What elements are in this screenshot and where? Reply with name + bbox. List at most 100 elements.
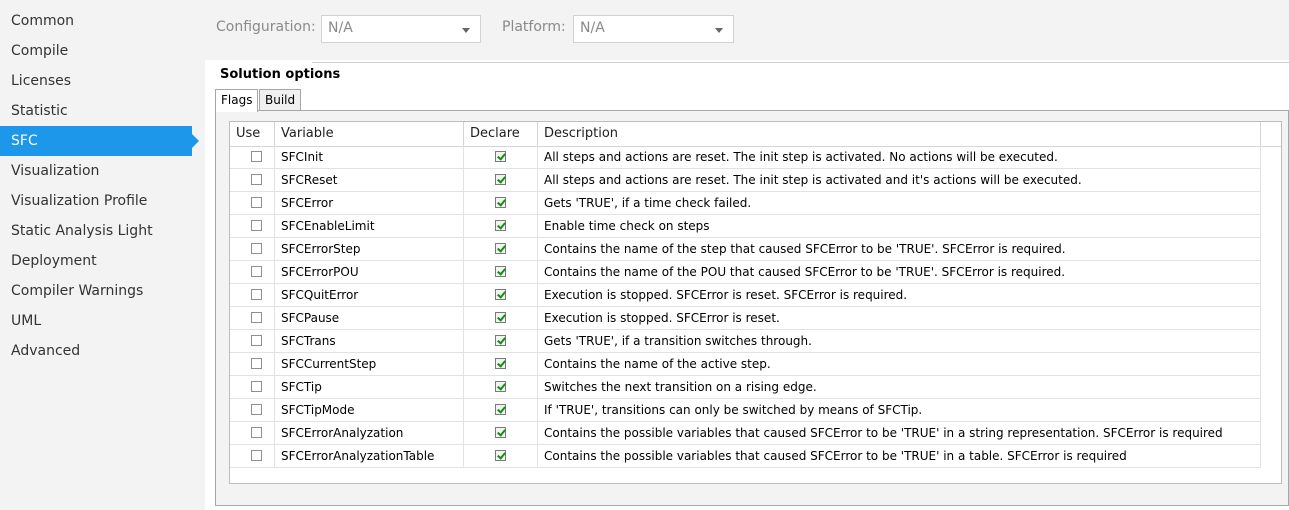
description-cell: All steps and actions are reset. The ini… <box>538 169 1261 191</box>
sidebar-item-label: Common <box>11 13 75 29</box>
column-header-use[interactable]: Use <box>230 122 275 146</box>
declare-checkbox[interactable] <box>495 266 506 277</box>
description-cell: Switches the next transition on a rising… <box>538 376 1261 398</box>
use-checkbox[interactable] <box>251 427 262 438</box>
declare-checkbox[interactable] <box>495 220 506 231</box>
table-row[interactable]: SFCTrans Gets 'TRUE', if a transition swi… <box>230 330 1261 353</box>
sidebar-item-sfc[interactable]: SFC <box>0 126 199 156</box>
declare-checkbox[interactable] <box>495 381 506 392</box>
tab-content: Use Variable Declare Description SFCInit… <box>215 110 1289 506</box>
sidebar-item-common[interactable]: Common <box>11 6 74 36</box>
configuration-dropdown[interactable]: N/A <box>321 15 481 43</box>
tab-build[interactable]: Build <box>259 89 302 111</box>
section-divider <box>312 62 1289 63</box>
declare-cell <box>464 169 538 191</box>
table-row[interactable]: SFCErrorAnalyzationTable Contains the pos… <box>230 445 1261 468</box>
table-row[interactable]: SFCPause Execution is stopped. SFCError i… <box>230 307 1261 330</box>
declare-checkbox[interactable] <box>495 151 506 162</box>
table-row[interactable]: SFCTipMode If 'TRUE', transitions can onl… <box>230 399 1261 422</box>
use-checkbox[interactable] <box>251 289 262 300</box>
sidebar-item-static-analysis-light[interactable]: Static Analysis Light <box>11 216 153 246</box>
table-row[interactable]: SFCErrorPOU Contains the name of the POU … <box>230 261 1261 284</box>
declare-cell <box>464 192 538 214</box>
variable-cell: SFCErrorPOU <box>275 261 464 283</box>
sidebar-item-label: Advanced <box>11 343 81 359</box>
declare-checkbox[interactable] <box>495 358 506 369</box>
use-cell <box>230 215 275 237</box>
platform-label: Platform: <box>502 19 566 35</box>
configuration-label: Configuration: <box>216 19 316 35</box>
sidebar-item-label: Deployment <box>11 253 97 269</box>
column-header-declare[interactable]: Declare <box>464 122 538 146</box>
table-row[interactable]: SFCEnableLimit Enable time check on steps <box>230 215 1261 238</box>
table-row[interactable]: SFCCurrentStep Contains the name of the a… <box>230 353 1261 376</box>
sidebar-item-compile[interactable]: Compile <box>11 36 68 66</box>
table-row[interactable]: SFCError Gets 'TRUE', if a time check fai… <box>230 192 1261 215</box>
table-row[interactable]: SFCInit All steps and actions are reset. … <box>230 146 1261 169</box>
column-header-description[interactable]: Description <box>538 122 1261 146</box>
sidebar-item-visualization[interactable]: Visualization <box>11 156 99 186</box>
sidebar-item-visualization-profile[interactable]: Visualization Profile <box>11 186 147 216</box>
variable-cell: SFCTip <box>275 376 464 398</box>
declare-cell <box>464 445 538 467</box>
column-header-variable[interactable]: Variable <box>275 122 464 146</box>
sidebar-item-label: Compile <box>11 43 69 59</box>
declare-cell <box>464 353 538 375</box>
declare-checkbox[interactable] <box>495 427 506 438</box>
use-checkbox[interactable] <box>251 197 262 208</box>
description-cell: Enable time check on steps <box>538 215 1261 237</box>
use-cell <box>230 169 275 191</box>
use-cell <box>230 330 275 352</box>
use-cell <box>230 261 275 283</box>
declare-checkbox[interactable] <box>495 450 506 461</box>
description-cell: If 'TRUE', transitions can only be switc… <box>538 399 1261 421</box>
use-checkbox[interactable] <box>251 174 262 185</box>
table-row[interactable]: SFCQuitError Execution is stopped. SFCErr… <box>230 284 1261 307</box>
declare-checkbox[interactable] <box>495 312 506 323</box>
variable-cell: SFCTrans <box>275 330 464 352</box>
use-cell <box>230 399 275 421</box>
use-checkbox[interactable] <box>251 220 262 231</box>
table-row[interactable]: SFCTip Switches the next transition on a … <box>230 376 1261 399</box>
use-checkbox[interactable] <box>251 335 262 346</box>
table-row[interactable]: SFCErrorAnalyzation Contains the possible… <box>230 422 1261 445</box>
sidebar-item-uml[interactable]: UML <box>11 306 41 336</box>
use-checkbox[interactable] <box>251 381 262 392</box>
sidebar-item-compiler-warnings[interactable]: Compiler Warnings <box>11 276 143 306</box>
description-cell: Contains the possible variables that cau… <box>538 445 1261 467</box>
sidebar-item-deployment[interactable]: Deployment <box>11 246 97 276</box>
variable-cell: SFCErrorAnalyzation <box>275 422 464 444</box>
sidebar-item-statistic[interactable]: Statistic <box>11 96 68 126</box>
declare-checkbox[interactable] <box>495 335 506 346</box>
declare-cell <box>464 399 538 421</box>
declare-checkbox[interactable] <box>495 404 506 415</box>
declare-checkbox[interactable] <box>495 289 506 300</box>
tab-flags[interactable]: Flags <box>215 89 259 112</box>
declare-checkbox[interactable] <box>495 243 506 254</box>
platform-dropdown[interactable]: N/A <box>573 15 734 43</box>
variable-cell: SFCErrorStep <box>275 238 464 260</box>
variable-cell: SFCQuitError <box>275 284 464 306</box>
use-checkbox[interactable] <box>251 312 262 323</box>
table-row[interactable]: SFCReset All steps and actions are reset.… <box>230 169 1261 192</box>
use-checkbox[interactable] <box>251 151 262 162</box>
use-cell <box>230 422 275 444</box>
sidebar-item-advanced[interactable]: Advanced <box>11 336 80 366</box>
declare-checkbox[interactable] <box>495 174 506 185</box>
use-cell <box>230 238 275 260</box>
use-cell <box>230 192 275 214</box>
sidebar-item-licenses[interactable]: Licenses <box>11 66 71 96</box>
use-checkbox[interactable] <box>251 243 262 254</box>
sidebar-item-label: Compiler Warnings <box>11 283 144 299</box>
variable-cell: SFCInit <box>275 146 464 168</box>
table-row[interactable]: SFCErrorStep Contains the name of the ste… <box>230 238 1261 261</box>
declare-checkbox[interactable] <box>495 197 506 208</box>
description-cell: Contains the name of the POU that caused… <box>538 261 1261 283</box>
use-checkbox[interactable] <box>251 450 262 461</box>
use-checkbox[interactable] <box>251 358 262 369</box>
use-checkbox[interactable] <box>251 404 262 415</box>
description-cell: Gets 'TRUE', if a time check failed. <box>538 192 1261 214</box>
chevron-down-icon <box>715 28 723 33</box>
use-checkbox[interactable] <box>251 266 262 277</box>
configuration-bar: Configuration: N/A Platform: N/A <box>205 0 1289 60</box>
